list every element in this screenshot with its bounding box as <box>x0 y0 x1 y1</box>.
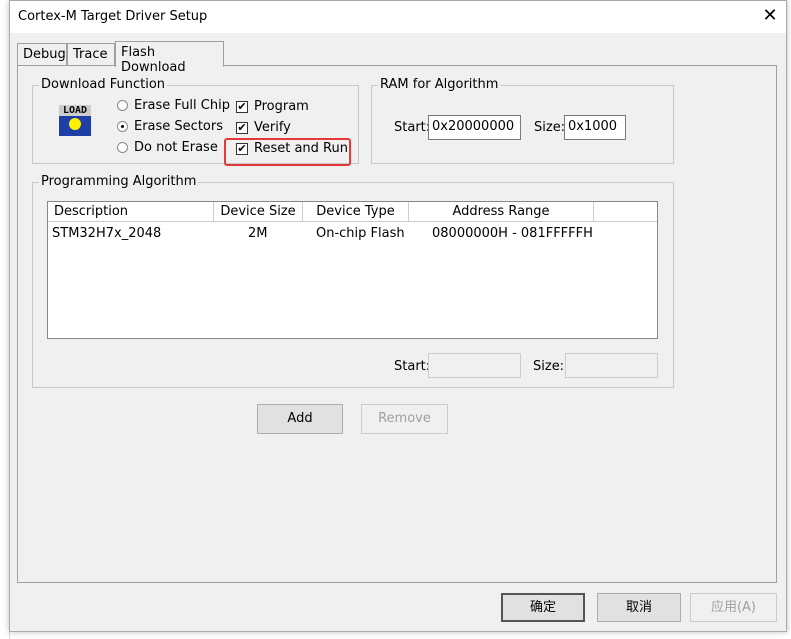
cancel-button[interactable]: 取消 <box>597 593 681 622</box>
cell-device-type: On-chip Flash <box>316 226 405 241</box>
add-button[interactable]: Add <box>257 404 343 434</box>
highlight-box <box>224 138 351 166</box>
load-icon: LOAD <box>59 105 91 137</box>
start-label: Start: <box>394 120 431 135</box>
ram-start-input[interactable]: 0x20000000 <box>428 115 521 140</box>
column-header-address-range[interactable]: Address Range <box>409 202 594 222</box>
column-header-device-type[interactable]: Device Type <box>303 202 409 222</box>
checkbox-program[interactable]: ✔ Program <box>236 99 309 114</box>
label: Do not Erase <box>134 140 218 155</box>
window-title: Cortex-M Target Driver Setup <box>18 9 208 24</box>
column-header-description[interactable]: Description <box>48 202 214 222</box>
title-bar: Cortex-M Target Driver Setup ✕ <box>10 1 786 33</box>
size-label: Size: <box>534 120 566 135</box>
column-header-empty <box>594 202 657 222</box>
radio-button[interactable] <box>117 100 128 111</box>
algorithm-start-input[interactable] <box>428 353 521 378</box>
radio-button[interactable] <box>117 142 128 153</box>
tab-debug[interactable]: Debug <box>17 43 67 66</box>
ram-group: RAM for Algorithm Start: 0x20000000 Size… <box>371 77 674 164</box>
radio-do-not-erase[interactable]: Do not Erase <box>117 140 218 155</box>
cell-address-range: 08000000H - 081FFFFFH <box>432 226 593 241</box>
cell-description: STM32H7x_2048 <box>52 226 162 241</box>
algorithm-size-input[interactable] <box>565 353 658 378</box>
group-label: Programming Algorithm <box>39 174 199 189</box>
label: Erase Full Chip <box>134 98 230 113</box>
programming-algorithm-group: Programming Algorithm Description Device… <box>32 174 674 388</box>
download-function-group: Download Function LOAD Erase Full Chip E… <box>32 77 359 166</box>
checkbox-verify[interactable]: ✔ Verify <box>236 120 291 135</box>
tab-trace[interactable]: Trace <box>67 43 115 66</box>
radio-button[interactable] <box>117 121 128 132</box>
ram-size-input[interactable]: 0x1000 <box>564 115 626 140</box>
radio-erase-sectors[interactable]: Erase Sectors <box>117 119 223 134</box>
radio-erase-full-chip[interactable]: Erase Full Chip <box>117 98 230 113</box>
ok-button[interactable]: 确定 <box>501 593 585 622</box>
label: Program <box>254 99 309 114</box>
label: Verify <box>254 120 291 135</box>
table-row[interactable]: STM32H7x_2048 2M On-chip Flash 08000000H… <box>48 224 657 242</box>
cell-device-size: 2M <box>248 226 268 241</box>
group-label: Download Function <box>39 77 168 92</box>
start-label: Start: <box>394 359 431 374</box>
algorithm-table[interactable]: Description Device Size Device Type Addr… <box>47 201 658 339</box>
size-label: Size: <box>533 359 565 374</box>
column-header-device-size[interactable]: Device Size <box>214 202 303 222</box>
group-label: RAM for Algorithm <box>378 77 501 92</box>
tab-panel: Download Function LOAD Erase Full Chip E… <box>17 65 777 583</box>
close-icon[interactable]: ✕ <box>758 5 782 29</box>
dialog-window: Cortex-M Target Driver Setup ✕ Debug Tra… <box>9 0 787 632</box>
checkbox[interactable]: ✔ <box>236 121 248 134</box>
remove-button[interactable]: Remove <box>361 404 448 434</box>
checkbox[interactable]: ✔ <box>236 100 248 113</box>
label: Erase Sectors <box>134 119 223 134</box>
tab-flash-download[interactable]: Flash Download <box>115 41 224 75</box>
apply-button[interactable]: 应用(A) <box>690 593 777 622</box>
